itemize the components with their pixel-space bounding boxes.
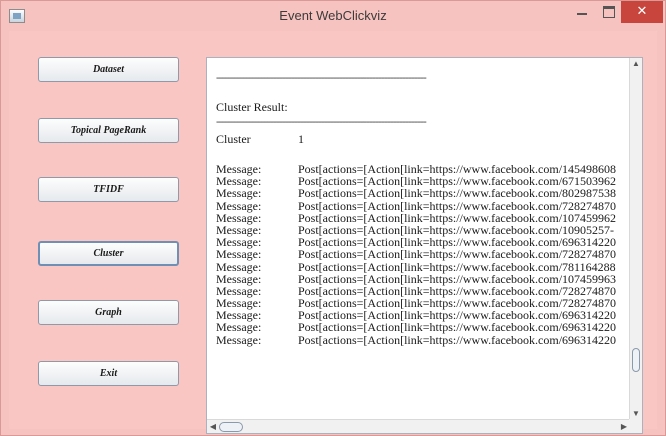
- message-label: Message:: [216, 320, 262, 335]
- message-text: Post[actions=[Action[link=https://www.fa…: [298, 320, 617, 335]
- message-text: Post[actions=[Action[link=https://www.fa…: [298, 332, 617, 347]
- graph-button[interactable]: Graph: [38, 300, 179, 325]
- output-panel[interactable]: ----------------------------------------…: [206, 57, 643, 434]
- close-button[interactable]: ✕: [621, 1, 663, 23]
- cluster-label: Cluster: [216, 132, 251, 146]
- message-row: Message: Post[actions=[Action[link=https:…: [216, 259, 616, 274]
- message-text: Post[actions=[Action[link=https://www.fa…: [298, 247, 617, 262]
- maximize-button[interactable]: [595, 1, 621, 23]
- message-row: Message: Post[actions=[Action[link=https:…: [216, 187, 616, 199]
- message-row: Message: Post[actions=[Action[link=https:…: [216, 198, 617, 213]
- scroll-up-arrow-icon[interactable]: ▲: [631, 58, 641, 70]
- scrollbar-corner: [629, 419, 642, 433]
- message-list: Message: Post[actions=[Action[link=https:…: [216, 163, 616, 346]
- app-window: Event WebClickviz ✕ Dataset Topical Page…: [0, 0, 666, 436]
- message-label: Message:: [216, 198, 262, 213]
- message-row: Message: Post[actions=[Action[link=https:…: [216, 321, 616, 333]
- message-text: Post[actions=[Action[link=https://www.fa…: [298, 259, 616, 274]
- topical-pagerank-button[interactable]: Topical PageRank: [38, 118, 179, 143]
- minimize-button[interactable]: [569, 1, 595, 23]
- horizontal-scrollbar[interactable]: ◀ ▶: [207, 419, 630, 433]
- dataset-button[interactable]: Dataset: [38, 57, 179, 82]
- separator-line: ----------------------------------------…: [216, 70, 427, 84]
- message-label: Message:: [216, 259, 262, 274]
- message-row: Message: Post[actions=[Action[link=https:…: [216, 248, 616, 260]
- cluster-button[interactable]: Cluster: [38, 241, 179, 266]
- separator-line: ----------------------------------------…: [216, 114, 427, 128]
- scroll-left-arrow-icon[interactable]: ◀: [207, 421, 219, 433]
- message-label: Message:: [216, 247, 262, 262]
- window-title: Event WebClickviz: [279, 8, 387, 23]
- message-row: Message: Post[actions=[Action[link=https:…: [216, 332, 617, 347]
- message-label: Message:: [216, 332, 262, 347]
- vertical-scrollbar[interactable]: ▲ ▼: [629, 58, 642, 420]
- horizontal-scroll-thumb[interactable]: [219, 422, 243, 432]
- message-text: Post[actions=[Action[link=https://www.fa…: [298, 186, 617, 201]
- content-area: Dataset Topical PageRank TFIDF Cluster G…: [9, 31, 657, 434]
- output-text-area[interactable]: ----------------------------------------…: [207, 58, 630, 420]
- exit-button[interactable]: Exit: [38, 361, 179, 386]
- tfidf-button[interactable]: TFIDF: [38, 177, 179, 202]
- message-label: Message:: [216, 186, 262, 201]
- message-text: Post[actions=[Action[link=https://www.fa…: [298, 198, 617, 213]
- vertical-scroll-thumb[interactable]: [632, 348, 640, 372]
- title-bar[interactable]: Event WebClickviz ✕: [1, 1, 665, 31]
- cluster-result-heading: Cluster Result:: [216, 100, 288, 114]
- cluster-number: 1: [298, 132, 304, 146]
